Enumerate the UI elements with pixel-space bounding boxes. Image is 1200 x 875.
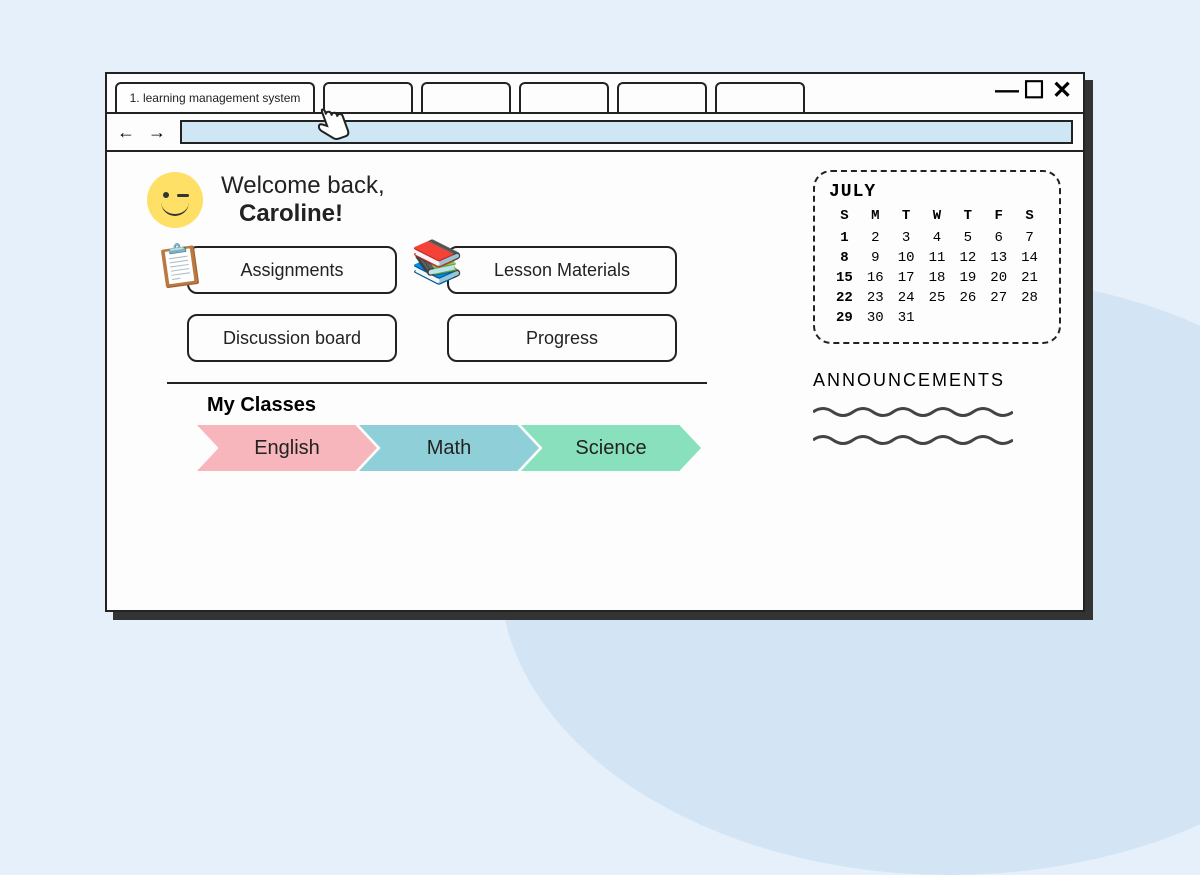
browser-tab-blank-5[interactable] bbox=[715, 82, 805, 112]
welcome-greeting: Welcome back, bbox=[221, 172, 385, 199]
maximize-icon[interactable]: ☐ bbox=[1023, 80, 1045, 102]
calendar-day-cell bbox=[1014, 308, 1045, 328]
calendar-week-row: 1234567 bbox=[829, 228, 1045, 248]
calendar-day-cell[interactable]: 15 bbox=[829, 268, 860, 288]
titlebar: 1. learning management system — ☐ ✕ bbox=[107, 74, 1083, 114]
calendar-day-header: T bbox=[891, 208, 922, 224]
discussion-board-button[interactable]: Discussion board bbox=[187, 314, 397, 362]
lesson-materials-label: Lesson Materials bbox=[494, 260, 630, 281]
announcement-line-1 bbox=[813, 405, 1061, 419]
browser-tab-blank-4[interactable] bbox=[617, 82, 707, 112]
calendar-week-row: 22232425262728 bbox=[829, 288, 1045, 308]
announcements-title: ANNOUNCEMENTS bbox=[813, 370, 1061, 391]
calendar-day-header: T bbox=[952, 208, 983, 224]
calendar-day-cell[interactable]: 14 bbox=[1014, 248, 1045, 268]
calendar-day-cell[interactable]: 18 bbox=[922, 268, 953, 288]
calendar-day-cell[interactable]: 5 bbox=[952, 228, 983, 248]
calendar-day-cell[interactable]: 28 bbox=[1014, 288, 1045, 308]
calendar-day-cell bbox=[952, 308, 983, 328]
browser-tab-active[interactable]: 1. learning management system bbox=[115, 82, 315, 112]
assignments-button[interactable]: 📋 Assignments bbox=[187, 246, 397, 294]
calendar-day-cell[interactable]: 6 bbox=[983, 228, 1014, 248]
calendar-day-cell[interactable]: 25 bbox=[922, 288, 953, 308]
assignments-label: Assignments bbox=[240, 260, 343, 281]
calendar-day-cell[interactable]: 2 bbox=[860, 228, 891, 248]
calendar-week-row: 293031 bbox=[829, 308, 1045, 328]
calendar-day-cell[interactable]: 7 bbox=[1014, 228, 1045, 248]
calendar-day-cell[interactable]: 4 bbox=[922, 228, 953, 248]
calendar-day-cell[interactable]: 9 bbox=[860, 248, 891, 268]
calendar-day-cell[interactable]: 24 bbox=[891, 288, 922, 308]
calendar-day-cell[interactable]: 1 bbox=[829, 228, 860, 248]
class-row: English Math Science bbox=[197, 425, 773, 471]
calendar-day-cell[interactable]: 31 bbox=[891, 308, 922, 328]
calendar-day-cell[interactable]: 19 bbox=[952, 268, 983, 288]
url-input[interactable] bbox=[180, 120, 1073, 144]
calendar-month: JULY bbox=[829, 182, 1045, 202]
calendar-day-header: S bbox=[829, 208, 860, 224]
address-bar: ← → bbox=[107, 114, 1083, 152]
calendar-day-cell[interactable]: 8 bbox=[829, 248, 860, 268]
browser-tab-blank-3[interactable] bbox=[519, 82, 609, 112]
window-controls: — ☐ ✕ bbox=[995, 80, 1073, 102]
calendar-day-cell[interactable]: 29 bbox=[829, 308, 860, 328]
separator bbox=[167, 382, 707, 384]
class-math[interactable]: Math bbox=[359, 425, 539, 471]
side-panel: JULY SMTWTFS 123456789101112131415161718… bbox=[803, 152, 1083, 610]
content-area: Welcome back, Caroline! 📋 Assignments 📚 … bbox=[107, 152, 1083, 610]
browser-window: 1. learning management system — ☐ ✕ ← → … bbox=[105, 72, 1085, 612]
calendar-day-header: S bbox=[1014, 208, 1045, 224]
calendar-day-cell[interactable]: 17 bbox=[891, 268, 922, 288]
calendar-day-cell[interactable]: 26 bbox=[952, 288, 983, 308]
my-classes-title: My Classes bbox=[207, 394, 773, 417]
calendar-day-cell[interactable]: 30 bbox=[860, 308, 891, 328]
welcome-text: Welcome back, Caroline! bbox=[221, 172, 385, 228]
browser-tab-blank-1[interactable] bbox=[323, 82, 413, 112]
nav-back-forward-icon[interactable]: ← → bbox=[117, 122, 170, 143]
calendar-week-row: 15161718192021 bbox=[829, 268, 1045, 288]
announcement-line-2 bbox=[813, 433, 1061, 447]
discussion-board-label: Discussion board bbox=[223, 328, 361, 349]
browser-tab-blank-2[interactable] bbox=[421, 82, 511, 112]
calendar-day-cell[interactable]: 12 bbox=[952, 248, 983, 268]
calendar-day-header: F bbox=[983, 208, 1014, 224]
progress-button[interactable]: Progress bbox=[447, 314, 677, 362]
calendar-day-cell bbox=[922, 308, 953, 328]
class-english[interactable]: English bbox=[197, 425, 377, 471]
close-icon[interactable]: ✕ bbox=[1051, 80, 1073, 102]
calendar-body: 1234567891011121314151617181920212223242… bbox=[829, 228, 1045, 328]
progress-label: Progress bbox=[526, 328, 598, 349]
calendar-day-cell[interactable]: 16 bbox=[860, 268, 891, 288]
calendar-widget[interactable]: JULY SMTWTFS 123456789101112131415161718… bbox=[813, 170, 1061, 344]
calendar-day-cell bbox=[983, 308, 1014, 328]
clipboard-icon: 📋 bbox=[152, 239, 208, 292]
calendar-day-headers: SMTWTFS bbox=[829, 208, 1045, 224]
books-icon: 📚 bbox=[411, 238, 463, 287]
calendar-day-cell[interactable]: 10 bbox=[891, 248, 922, 268]
minimize-icon[interactable]: — bbox=[995, 80, 1017, 102]
main-panel: Welcome back, Caroline! 📋 Assignments 📚 … bbox=[107, 152, 803, 610]
calendar-day-header: W bbox=[922, 208, 953, 224]
calendar-day-cell[interactable]: 27 bbox=[983, 288, 1014, 308]
lesson-materials-button[interactable]: 📚 Lesson Materials bbox=[447, 246, 677, 294]
calendar-day-cell[interactable]: 3 bbox=[891, 228, 922, 248]
calendar-day-cell[interactable]: 22 bbox=[829, 288, 860, 308]
calendar-day-cell[interactable]: 21 bbox=[1014, 268, 1045, 288]
calendar-day-cell[interactable]: 23 bbox=[860, 288, 891, 308]
calendar-day-cell[interactable]: 11 bbox=[922, 248, 953, 268]
calendar-day-cell[interactable]: 13 bbox=[983, 248, 1014, 268]
calendar-day-header: M bbox=[860, 208, 891, 224]
smiley-icon bbox=[147, 172, 203, 228]
nav-button-grid: 📋 Assignments 📚 Lesson Materials Discuss… bbox=[187, 246, 773, 362]
calendar-week-row: 891011121314 bbox=[829, 248, 1045, 268]
welcome-row: Welcome back, Caroline! bbox=[147, 172, 773, 228]
class-science[interactable]: Science bbox=[521, 425, 701, 471]
welcome-username: Caroline! bbox=[239, 200, 385, 228]
calendar-day-cell[interactable]: 20 bbox=[983, 268, 1014, 288]
